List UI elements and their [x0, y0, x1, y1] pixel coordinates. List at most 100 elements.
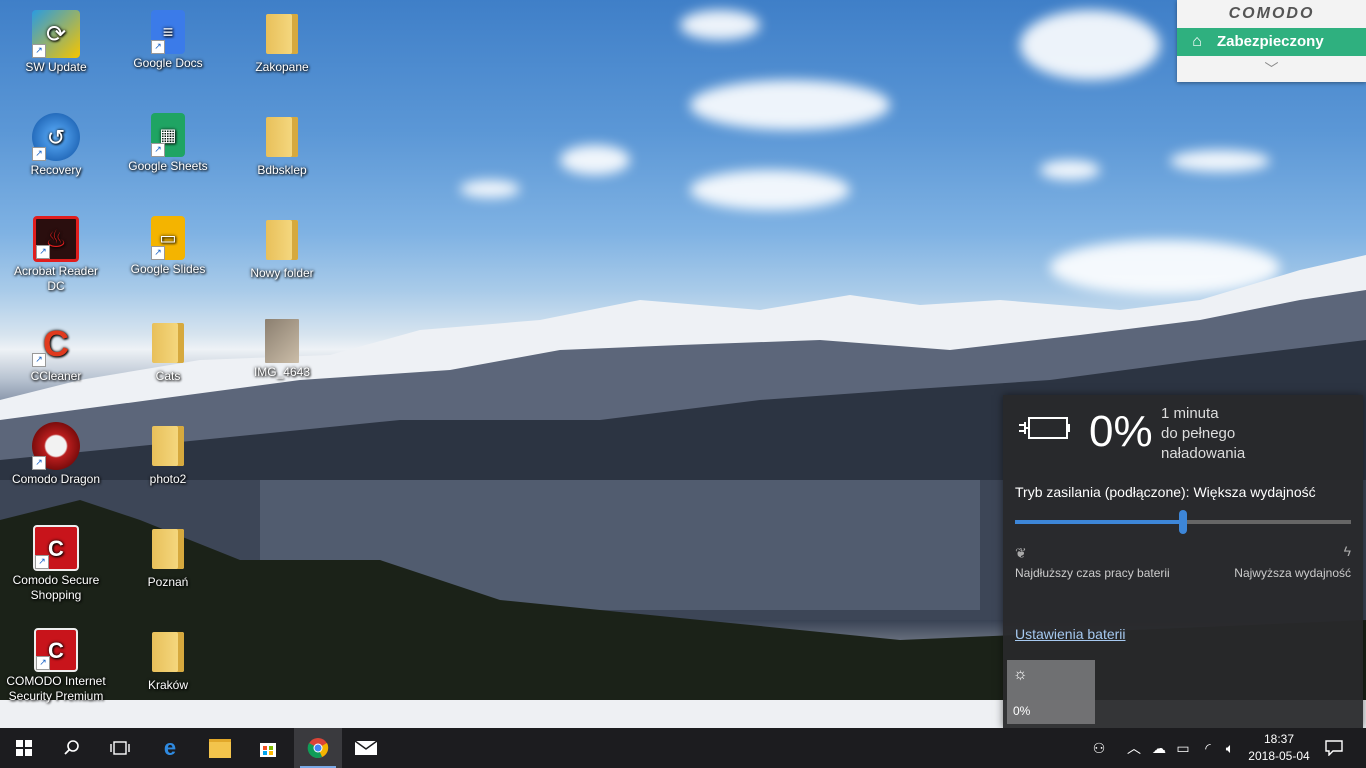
desktop-icon-label: Bdbsklep — [257, 163, 307, 177]
brightness-tile[interactable]: ☼ 0% — [1007, 660, 1095, 724]
brightness-icon: ☼ — [1013, 666, 1028, 683]
file-explorer-button[interactable] — [196, 728, 244, 768]
desktop-icon-label: Google Docs — [133, 56, 203, 70]
folder-icon — [258, 10, 306, 58]
search-icon — [64, 740, 79, 755]
desktop-icon-label: photo2 — [149, 472, 187, 486]
clock-time: 18:37 — [1263, 732, 1295, 746]
desktop-icon-label: Cats — [155, 369, 181, 383]
desktop-icon-label: SW Update — [25, 60, 87, 74]
taskbar-clock[interactable]: 18:37 2018-05-04 — [1248, 731, 1310, 765]
desktop-icon-cats[interactable]: Cats — [118, 319, 218, 384]
desktop-icon-label: IMG_4643 — [253, 365, 311, 379]
desktop-icon-photo2[interactable]: photo2 — [118, 422, 218, 487]
desktop-icon-krakow[interactable]: Kraków — [118, 628, 218, 693]
clock-date: 2018-05-04 — [1248, 749, 1310, 763]
desktop-icon-label: Recovery — [30, 163, 82, 177]
battery-settings-link[interactable]: Ustawienia baterii — [1015, 626, 1126, 642]
start-icon — [16, 740, 32, 756]
desktop-icon-comodo-shopping[interactable]: C ↗ Comodo Secure Shopping — [6, 525, 106, 603]
desktop-icon-recovery[interactable]: ↺ ↗ Recovery — [6, 113, 106, 178]
desktop-icon-comodo-internet-security[interactable]: C ↗ COMODO Internet Security Premium — [6, 628, 106, 704]
desktop-icon-label: Comodo Secure Shopping — [12, 573, 100, 602]
comodo-internet-security-icon: C ↗ — [34, 628, 78, 672]
chevron-up-icon: ︿ — [1127, 740, 1141, 756]
store-button[interactable] — [244, 728, 292, 768]
volume-button[interactable]: 🔈︎ — [1220, 728, 1240, 768]
power-mode-label: Tryb zasilania (podłączone): Większa wyd… — [1015, 484, 1316, 500]
people-button[interactable]: ⚇ — [1088, 728, 1110, 768]
onedrive-button[interactable]: ☁ — [1148, 728, 1170, 768]
mail-icon — [354, 740, 378, 755]
comodo-status-widget[interactable]: COMODO ⌂ Zabezpieczony ﹀ — [1177, 0, 1366, 82]
best-performance-label: Najwyższa wydajność — [1234, 566, 1351, 580]
desktop-icon-bdbsklep[interactable]: Bdbsklep — [232, 113, 332, 178]
desktop-icon-acrobat[interactable]: ♨ ↗ Acrobat Reader DC — [6, 216, 106, 294]
desktop-icon-sw-update[interactable]: ⟳ ↗ SW Update — [6, 10, 106, 75]
power-mode-slider-fill — [1015, 520, 1183, 524]
power-mode-slider[interactable] — [1015, 510, 1351, 534]
mail-button[interactable] — [342, 728, 390, 768]
desktop-icon-label: Poznań — [147, 575, 189, 589]
desktop-icon-ccleaner[interactable]: C ↗ CCleaner — [6, 319, 106, 384]
desktop-icon-img-4643[interactable]: IMG_4643 — [232, 319, 332, 380]
google-slides-icon: ▭ ↗ — [151, 216, 185, 260]
file-explorer-icon — [209, 738, 231, 758]
chrome-button[interactable] — [294, 728, 342, 768]
battery-charging-icon — [1019, 417, 1070, 439]
remaining-line-1: 1 minuta — [1161, 405, 1219, 422]
network-button[interactable]: ◜ — [1198, 728, 1218, 768]
desktop-icon-zakopane[interactable]: Zakopane — [232, 10, 332, 75]
folder-icon — [258, 113, 306, 161]
acrobat-icon: ♨ ↗ — [33, 216, 79, 262]
edge-button[interactable]: e — [146, 728, 194, 768]
store-icon — [260, 743, 276, 757]
volume-icon: 🔈︎ — [1225, 739, 1235, 756]
google-docs-icon: ≡ ↗ — [151, 10, 185, 54]
search-button[interactable] — [48, 728, 96, 768]
task-view-button[interactable] — [96, 728, 144, 768]
folder-icon — [144, 422, 192, 470]
recovery-icon: ↺ ↗ — [32, 113, 80, 161]
brightness-value: 0% — [1013, 704, 1031, 718]
desktop-icon-nowy-folder[interactable]: Nowy folder — [232, 216, 332, 281]
desktop-icon-label: Google Sheets — [128, 159, 208, 173]
folder-icon — [144, 319, 192, 367]
leaf-icon: ❦ — [1015, 545, 1027, 561]
start-button[interactable] — [0, 728, 48, 768]
desktop-icon-comodo-dragon[interactable]: ↗ Comodo Dragon — [6, 422, 106, 487]
desktop-icon-label: Comodo Dragon — [11, 472, 101, 486]
battery-time-remaining: 1 minuta do pełnego naładowania — [1161, 404, 1245, 464]
battery-tray-button[interactable]: ▭ — [1172, 728, 1194, 768]
desktop-icon-label: COMODO Internet Security Premium — [6, 674, 106, 703]
folder-icon — [144, 628, 192, 676]
people-icon: ⚇ — [1092, 739, 1106, 756]
desktop-icon-google-sheets[interactable]: ▦ ↗ Google Sheets — [118, 113, 218, 174]
desktop-icon-label: Acrobat Reader DC — [13, 264, 99, 293]
action-center-button[interactable] — [1318, 728, 1350, 768]
show-hidden-icons-button[interactable]: ︿ — [1124, 728, 1144, 768]
desktop: ⟳ ↗ SW Update ↺ ↗ Recovery ♨ ↗ Acrobat Read… — [0, 0, 1366, 728]
home-icon: ⌂ — [1192, 33, 1202, 50]
power-mode-slider-thumb[interactable] — [1179, 510, 1187, 534]
desktop-icon-poznan[interactable]: Poznań — [118, 525, 218, 590]
taskbar: e ⚇ ︿ ☁ ▭ ◜ 🔈︎ 18:37 2018-05-04 — [0, 728, 1366, 768]
battery-charging-icon: ▭ — [1176, 739, 1190, 756]
sw-update-icon: ⟳ ↗ — [32, 10, 80, 58]
edge-icon: e — [163, 735, 177, 760]
lightning-icon: ϟ — [1343, 543, 1351, 559]
onedrive-icon: ☁ — [1152, 739, 1166, 756]
desktop-icon-google-slides[interactable]: ▭ ↗ Google Slides — [118, 216, 218, 277]
desktop-icon-label: Zakopane — [255, 60, 309, 74]
desktop-icon-google-docs[interactable]: ≡ ↗ Google Docs — [118, 10, 218, 71]
comodo-dragon-icon: ↗ — [32, 422, 80, 470]
comodo-status-text: Zabezpieczony — [1217, 33, 1324, 50]
task-view-icon — [110, 741, 130, 755]
chevron-down-icon[interactable]: ﹀ — [1177, 56, 1366, 82]
image-file-icon — [265, 319, 299, 363]
desktop-icon-label: CCleaner — [30, 369, 82, 383]
comodo-status-bar[interactable]: ⌂ Zabezpieczony — [1177, 28, 1366, 56]
best-battery-label: Najdłuższy czas pracy baterii — [1015, 566, 1170, 580]
battery-flyout: 0% 1 minuta do pełnego naładowania Tryb … — [1003, 395, 1363, 728]
desktop-icon-label: Kraków — [147, 678, 188, 692]
